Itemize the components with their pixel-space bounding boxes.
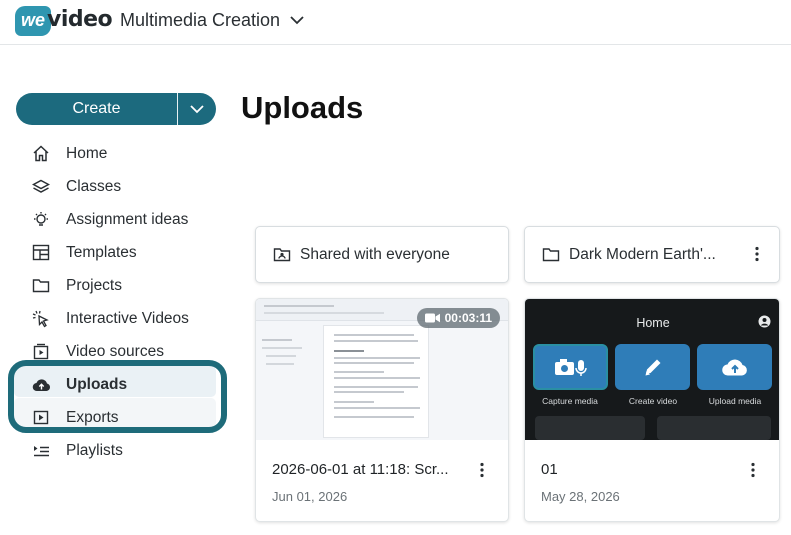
upload-media-tile (697, 344, 772, 390)
preview-line (266, 355, 296, 357)
media-date: Jun 01, 2026 (272, 489, 348, 504)
preview-line (334, 334, 414, 336)
user-icon (758, 315, 771, 328)
preview-line (334, 416, 414, 418)
preview-line (264, 312, 384, 314)
create-button[interactable]: Create (16, 93, 177, 125)
tile-label: Upload media (708, 396, 762, 406)
folder-icon (30, 277, 52, 295)
media-title: 01 (541, 461, 558, 478)
sidebar-item-projects[interactable]: Projects (30, 269, 220, 302)
highlight-annotation (8, 360, 227, 433)
preview-line (334, 362, 414, 364)
media-date: May 28, 2026 (541, 489, 620, 504)
playlist-icon (30, 442, 52, 460)
cursor-click-icon (30, 310, 52, 328)
app-bottom-panel (535, 416, 645, 440)
sidebar-item-label: Video sources (66, 342, 164, 360)
sidebar-item-label: Projects (66, 276, 122, 294)
video-camera-icon (424, 313, 440, 323)
capture-media-tile (533, 344, 608, 390)
preview-line (262, 347, 302, 349)
sidebar-item-assignment-ideas[interactable]: Assignment ideas (30, 203, 220, 236)
preview-line (334, 401, 374, 403)
app-home-title: Home (636, 316, 670, 330)
create-dropdown-button[interactable] (177, 93, 216, 125)
sidebar-item-label: Home (66, 144, 108, 162)
folder-dark-modern-earth[interactable]: Dark Modern Earth'... (524, 226, 780, 283)
sidebar-item-home[interactable]: Home (30, 137, 220, 170)
sidebar-item-interactive-videos[interactable]: Interactive Videos (30, 302, 220, 335)
more-options-icon[interactable] (755, 246, 759, 267)
more-options-icon[interactable] (480, 462, 484, 483)
preview-line (334, 350, 364, 352)
media-card[interactable]: 00:03:11 2026-06-01 at 11:18: Scr... Jun… (255, 298, 509, 522)
media-card[interactable]: Home Capture media Create video Upload m… (524, 298, 780, 522)
media-thumbnail: Home Capture media Create video Upload m… (525, 299, 779, 440)
app-bottom-panel (657, 416, 771, 440)
preview-line (334, 371, 384, 373)
folder-label: Shared with everyone (300, 245, 450, 263)
media-thumbnail: 00:03:11 (256, 299, 508, 440)
preview-line (266, 363, 294, 365)
sidebar-item-label: Playlists (66, 441, 123, 459)
preview-line (334, 386, 418, 388)
folder-icon (542, 247, 560, 263)
preview-line (334, 391, 404, 393)
more-options-icon[interactable] (751, 462, 755, 483)
chevron-down-icon (190, 104, 204, 113)
preview-line (262, 339, 292, 341)
duration-text: 00:03:11 (444, 311, 492, 325)
video-source-icon (30, 343, 52, 361)
create-button-group: Create (16, 93, 216, 125)
preview-line (334, 357, 420, 359)
preview-line (264, 305, 334, 307)
camera-mic-icon (554, 359, 587, 376)
sidebar-item-classes[interactable]: Classes (30, 170, 220, 203)
sidebar-item-playlists[interactable]: Playlists (30, 434, 220, 467)
home-icon (30, 145, 52, 163)
tile-label: Create video (628, 396, 678, 406)
chevron-down-icon (290, 16, 304, 25)
sidebar-item-label: Classes (66, 177, 122, 195)
preview-line (334, 340, 418, 342)
logo-we: we (15, 6, 51, 36)
preview-line (334, 407, 420, 409)
pencil-icon (645, 359, 660, 376)
wevideo-logo[interactable]: we video (15, 6, 113, 36)
workspace-name: Multimedia Creation (120, 10, 281, 30)
sidebar-item-templates[interactable]: Templates (30, 236, 220, 269)
tile-label: Capture media (542, 396, 598, 406)
page-title: Uploads (241, 90, 364, 125)
workspace-selector[interactable]: Multimedia Creation (120, 10, 304, 31)
sidebar-item-label: Assignment ideas (66, 210, 189, 228)
templates-icon (30, 244, 52, 262)
logo-video: video (47, 7, 113, 32)
shared-folder-icon (273, 247, 291, 263)
duration-badge: 00:03:11 (416, 308, 500, 328)
media-title: 2026-06-01 at 11:18: Scr... (272, 461, 449, 478)
sidebar-item-label: Templates (66, 243, 137, 261)
preview-line (334, 377, 420, 379)
folder-shared-with-everyone[interactable]: Shared with everyone (255, 226, 509, 283)
layers-icon (30, 178, 52, 196)
document-page-preview (323, 325, 429, 438)
lightbulb-icon (30, 211, 52, 229)
create-video-tile (615, 344, 690, 390)
cloud-upload-icon (721, 359, 747, 376)
folder-label: Dark Modern Earth'... (569, 245, 716, 263)
top-bar: we video Multimedia Creation (0, 0, 791, 45)
sidebar-item-label: Interactive Videos (66, 309, 189, 327)
